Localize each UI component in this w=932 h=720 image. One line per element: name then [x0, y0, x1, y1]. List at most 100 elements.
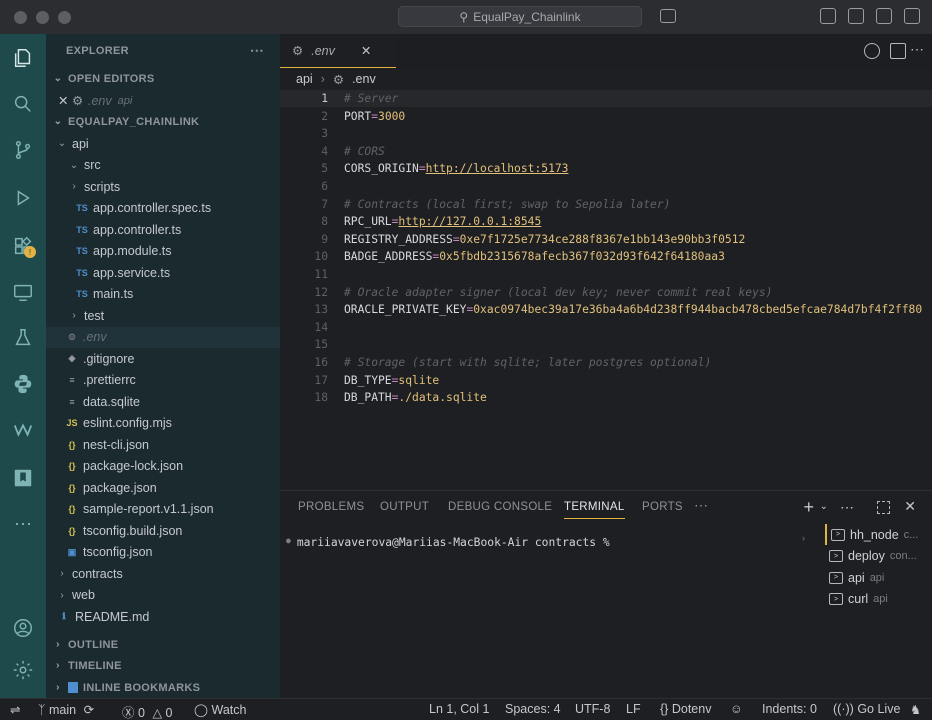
toggle-panel-icon[interactable] — [848, 8, 864, 24]
code-editor[interactable]: 1 # Server 2 PORT=3000 3 4 # CORS 5 CORS_ORIGIN=… — [280, 90, 932, 488]
tree-item[interactable]: TS app.module.ts — [46, 241, 280, 262]
tree-item[interactable]: ⌄ api — [46, 133, 280, 154]
source-control-icon[interactable] — [11, 138, 35, 162]
tree-item[interactable]: {} package-lock.json — [46, 456, 280, 477]
env-value[interactable]: http://127.0.0.1:8545 — [398, 215, 541, 228]
tree-item[interactable]: TS app.controller.ts — [46, 219, 280, 240]
indentation[interactable]: Spaces: 4 — [505, 702, 561, 716]
tree-item[interactable]: ≡ .prettierrc — [46, 370, 280, 391]
watch-status[interactable]: ◯ Watch — [194, 702, 246, 717]
terminal-item[interactable]: > deploy con... — [825, 546, 932, 567]
tree-item[interactable]: TS main.ts — [46, 284, 280, 305]
split-editor-icon[interactable] — [890, 43, 906, 59]
go-live-status[interactable]: ((·)) Go Live — [833, 702, 900, 716]
tree-item[interactable]: {} nest-cli.json — [46, 434, 280, 455]
python-icon[interactable] — [11, 372, 35, 396]
more-actions-icon[interactable]: ⋯ — [840, 499, 854, 516]
more-actions-icon[interactable]: ⋯ — [910, 41, 924, 58]
panel-tab-debug-console[interactable]: DEBUG CONSOLE — [448, 501, 552, 513]
tree-item[interactable]: {} package.json — [46, 477, 280, 498]
open-editor-item[interactable]: ✕ ⚙ .env api — [46, 90, 280, 111]
code-line: 14 — [280, 319, 932, 336]
more-views-icon[interactable]: ⋯ — [11, 512, 35, 536]
accounts-icon[interactable] — [11, 616, 35, 640]
language-status[interactable]: {} Dotenv — [660, 702, 711, 716]
env-value[interactable]: http://localhost:5173 — [426, 162, 569, 175]
terminal-item[interactable]: > hh_node c... — [825, 524, 932, 545]
cursor-position[interactable]: Ln 1, Col 1 — [429, 702, 489, 716]
panel-tab-output[interactable]: OUTPUT — [380, 501, 429, 513]
maximize-window-button[interactable] — [58, 10, 71, 24]
breadcrumb-folder[interactable]: api — [296, 72, 313, 86]
tree-item[interactable]: ⌄ src — [46, 155, 280, 176]
env-value: ./data.sqlite — [398, 391, 487, 405]
close-panel-icon[interactable]: ✕ — [904, 498, 916, 515]
breadcrumb-file[interactable]: .env — [352, 72, 376, 86]
outline-section[interactable]: › OUTLINE — [46, 634, 280, 655]
tree-item[interactable]: TS app.controller.spec.ts — [46, 198, 280, 219]
bookmark-box-icon[interactable] — [11, 466, 35, 490]
close-window-button[interactable] — [14, 10, 27, 24]
toggle-sidebar-icon[interactable] — [820, 8, 836, 24]
tree-item[interactable]: ◈ .gitignore — [46, 348, 280, 369]
tree-item[interactable]: ℹ README.md — [46, 606, 280, 627]
chevron-down-icon[interactable]: ⌄ — [820, 501, 828, 512]
bookmarks-section[interactable]: › INLINE BOOKMARKS — [46, 677, 280, 698]
code-comment: # Storage (start with sqlite; later post… — [344, 356, 712, 369]
tab-env[interactable]: ⚙ .env ✕ — [280, 34, 396, 68]
copilot-status-icon[interactable]: ☺ — [730, 702, 743, 716]
close-icon[interactable]: ✕ — [361, 43, 371, 58]
tree-item[interactable]: ⚙ .env — [46, 326, 280, 348]
remote-icon[interactable]: ⇌ — [10, 702, 20, 717]
close-icon[interactable]: ✕ — [58, 93, 72, 108]
waves-icon[interactable] — [11, 418, 35, 442]
remote-explorer-icon[interactable] — [11, 280, 35, 304]
more-actions-icon[interactable]: ⋯ — [250, 42, 264, 59]
search-icon[interactable] — [11, 92, 35, 116]
chat-icon[interactable] — [660, 9, 676, 23]
panel-tab-ports[interactable]: PORTS — [642, 501, 683, 513]
tree-item[interactable]: ≡ data.sqlite — [46, 391, 280, 412]
branch-status[interactable]: ᛉ main ⟳ — [38, 702, 94, 717]
tree-item[interactable]: › test — [46, 305, 280, 326]
panel-tab-problems[interactable]: PROBLEMS — [298, 501, 364, 513]
maximize-panel-icon[interactable] — [877, 501, 890, 514]
run-debug-icon[interactable] — [11, 186, 35, 210]
tree-item[interactable]: ▣ tsconfig.json — [46, 542, 280, 563]
project-section[interactable]: ⌄ EQUALPAY_CHAINLINK — [46, 111, 280, 132]
tree-item[interactable]: › scripts — [46, 176, 280, 197]
chevron-down-icon: ⌄ — [53, 73, 63, 84]
sync-icon[interactable]: ⟳ — [84, 703, 94, 717]
toggle-secondary-sidebar-icon[interactable] — [876, 8, 892, 24]
explorer-icon[interactable] — [11, 46, 35, 70]
minimize-window-button[interactable] — [36, 10, 49, 24]
testing-icon[interactable] — [11, 326, 35, 350]
bottom-panel: PROBLEMS OUTPUT DEBUG CONSOLE TERMINAL PORTS… — [280, 490, 932, 698]
encoding[interactable]: UTF-8 — [575, 702, 610, 716]
command-center-search[interactable]: ⚲ EqualPay_Chainlink — [398, 6, 642, 27]
problems-status[interactable]: Ⓧ 0 △ 0 — [122, 702, 173, 720]
terminal-output[interactable]: ● mariiavaverova@Mariias-MacBook-Air con… — [286, 536, 610, 549]
tree-item[interactable]: {} sample-report.v1.1.json — [46, 499, 280, 520]
code-line: 15 — [280, 336, 932, 353]
panel-tab-terminal[interactable]: TERMINAL — [564, 501, 625, 519]
customize-layout-icon[interactable] — [904, 8, 920, 24]
extensions-icon[interactable]: ! — [11, 234, 36, 258]
copilot-icon[interactable] — [864, 43, 880, 59]
more-tabs-icon[interactable]: ⋯ — [694, 497, 708, 514]
terminal-item[interactable]: > curl api — [825, 589, 932, 610]
terminal-item[interactable]: > api api — [825, 567, 932, 588]
manage-gear-icon[interactable] — [11, 658, 35, 682]
tree-item[interactable]: JS eslint.config.mjs — [46, 413, 280, 434]
code-line: 17 DB_TYPE=sqlite — [280, 372, 932, 389]
line-ending[interactable]: LF — [626, 702, 641, 716]
tree-item[interactable]: › web — [46, 585, 280, 606]
timeline-section[interactable]: › TIMELINE — [46, 655, 280, 676]
new-terminal-plus-icon[interactable]: + — [803, 497, 814, 518]
tree-item[interactable]: {} tsconfig.build.json — [46, 520, 280, 541]
tree-item[interactable]: › contracts — [46, 563, 280, 584]
indents-status[interactable]: Indents: 0 — [762, 702, 817, 716]
tree-item[interactable]: TS app.service.ts — [46, 262, 280, 283]
open-editors-section[interactable]: ⌄ OPEN EDITORS — [46, 68, 280, 89]
notifications-bell-icon[interactable]: ♞ — [910, 702, 921, 717]
